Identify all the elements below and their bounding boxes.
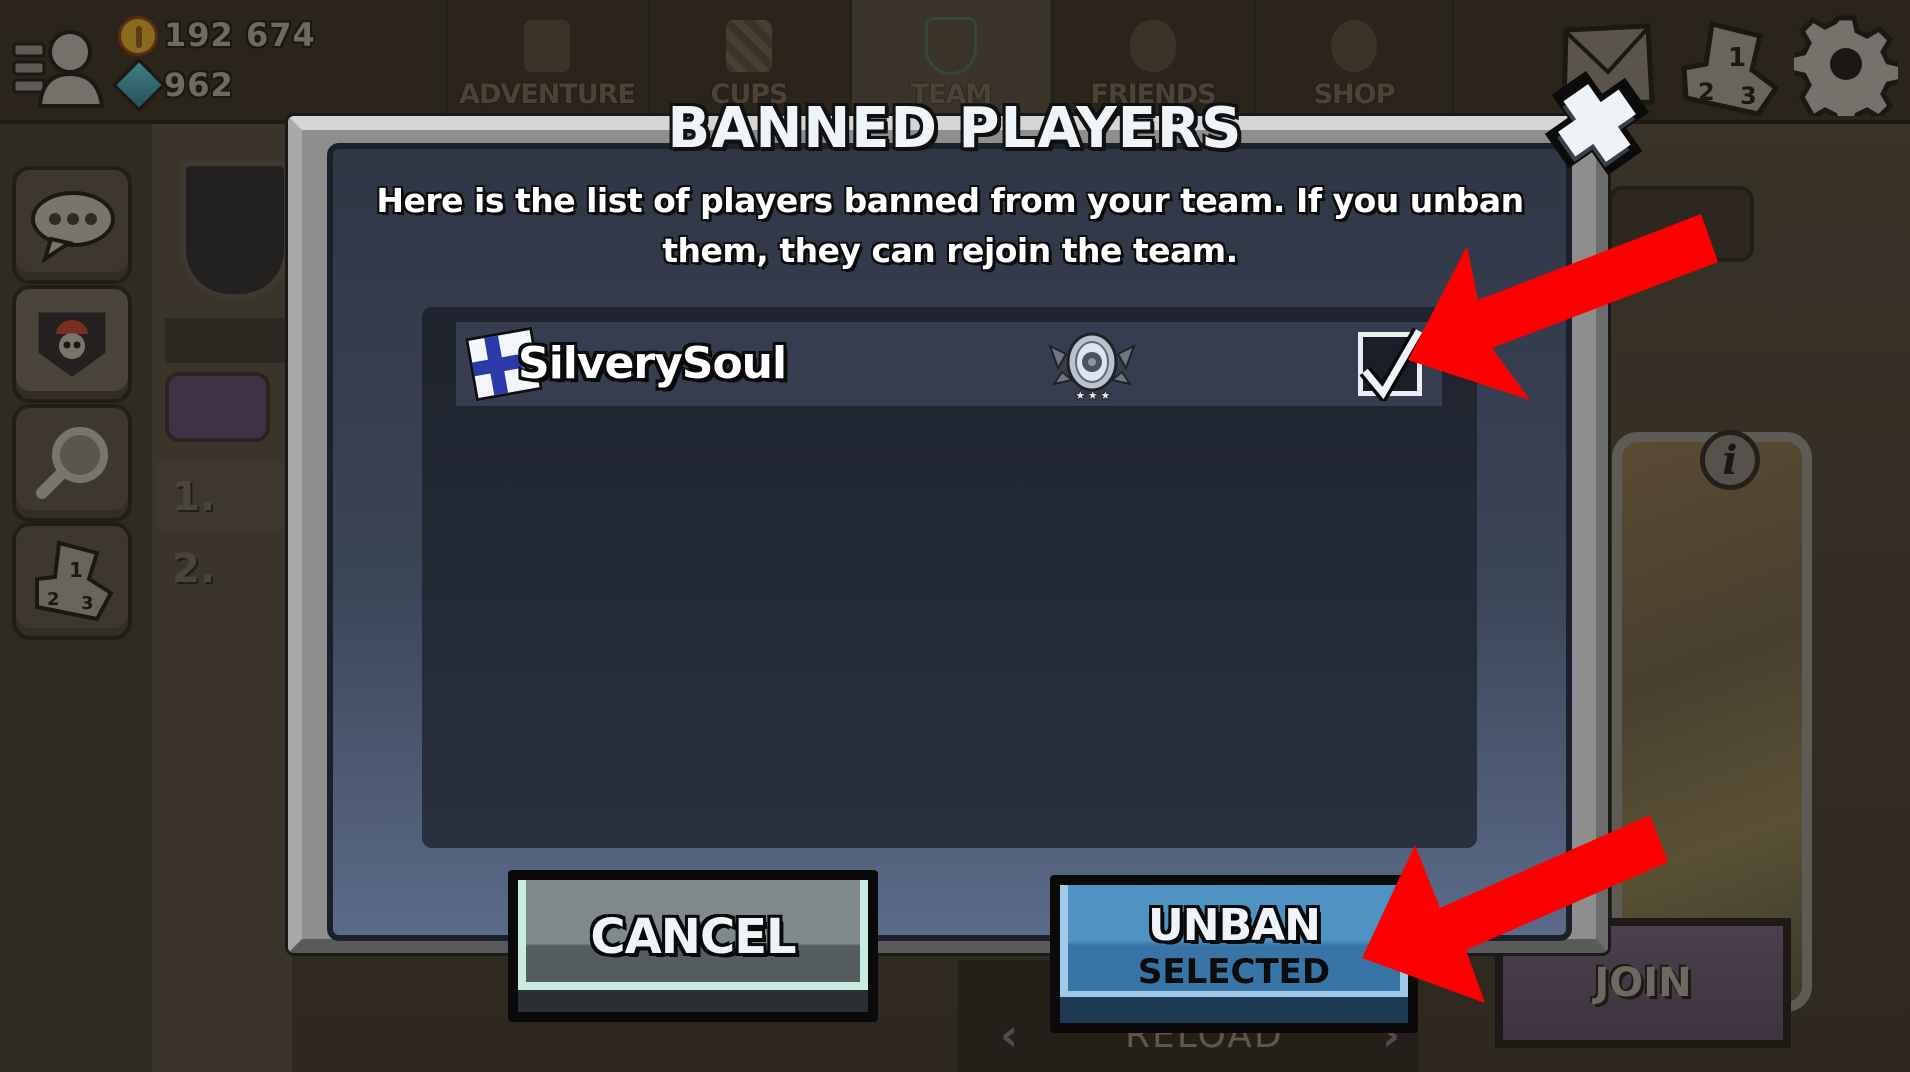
sidebar-item-chat[interactable] [12, 166, 132, 284]
friends-icon [1127, 17, 1179, 75]
rank-row: 2. [172, 546, 216, 592]
svg-text:★★★: ★★★ [1074, 388, 1112, 404]
checkered-flag-icon [723, 17, 775, 75]
team-shield-icon [925, 17, 977, 75]
close-icon [1544, 70, 1650, 176]
checkmark-icon [1359, 327, 1426, 401]
svg-text:2: 2 [47, 589, 60, 610]
team-info-field [1608, 186, 1754, 262]
sidebar-item-search[interactable] [12, 404, 132, 522]
svg-text:1: 1 [69, 558, 83, 582]
rank-row: 1. [158, 460, 292, 530]
team-name-field [165, 318, 290, 363]
podium-icon: 1 2 3 [35, 540, 114, 622]
player-name: SilverySoul [518, 338, 787, 389]
coin-stack-icon [1328, 17, 1380, 75]
svg-text:3: 3 [81, 593, 94, 614]
team-emblem-large [180, 160, 290, 300]
fuel-can-icon [521, 17, 573, 75]
team-chest-icon [165, 372, 270, 442]
sidebar-item-my-team[interactable] [12, 285, 132, 403]
coin-icon [118, 16, 158, 56]
team-emblem-icon [33, 307, 111, 384]
cancel-button[interactable]: CANCEL [508, 870, 878, 1022]
sidebar-item-rankings[interactable]: 1 2 3 [12, 522, 132, 640]
player-select-checkbox[interactable] [1358, 327, 1426, 401]
silver-rank-badge-icon: ★★★ [1048, 328, 1136, 404]
chat-bubble-icon [31, 191, 115, 264]
coin-balance: 192 674 [164, 16, 316, 54]
dialog-description: Here is the list of players banned from … [376, 181, 1524, 270]
magnifier-icon [36, 427, 108, 499]
unban-selected-button[interactable]: UNBAN SELECTED [1050, 875, 1418, 1033]
info-icon[interactable]: i [1700, 430, 1760, 490]
previous-arrow-icon[interactable]: ‹ [1000, 1010, 1018, 1061]
svg-text:1: 1 [1728, 43, 1746, 73]
close-dialog-button[interactable] [1538, 64, 1656, 182]
